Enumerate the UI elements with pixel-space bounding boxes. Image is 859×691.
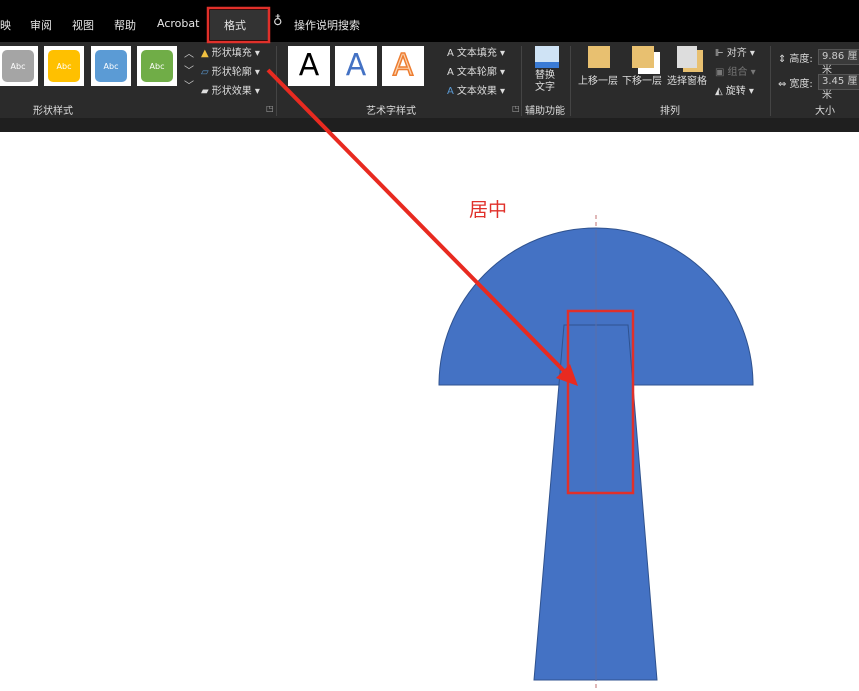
slide-canvas (206, 6, 754, 691)
annotation-label: 居中 (469, 199, 508, 221)
annotation-arrow (266, 68, 568, 375)
highlight-box-tab (206, 6, 271, 44)
